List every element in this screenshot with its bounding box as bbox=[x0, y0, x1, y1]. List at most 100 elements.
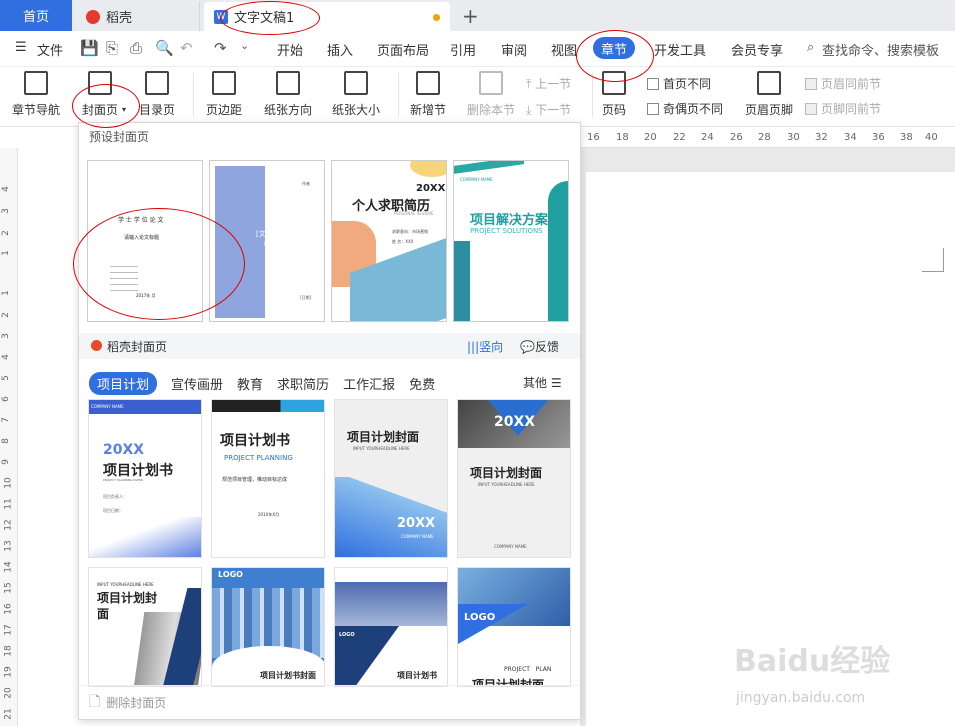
baidu-watermark: Baidu经验 bbox=[734, 644, 891, 679]
category-resume[interactable]: 求职简历 bbox=[277, 374, 329, 393]
template-7[interactable]: LOGO 项目计划书 bbox=[334, 567, 448, 687]
new-section-button[interactable]: 新增节 bbox=[410, 71, 446, 118]
category-work-report[interactable]: 工作汇报 bbox=[343, 374, 395, 393]
hamburger-icon[interactable]: ☰ bbox=[15, 40, 27, 55]
orientation-button[interactable]: 纸张方向 bbox=[264, 71, 312, 118]
template-3-title: 项目计划封面 bbox=[347, 430, 420, 444]
template-8[interactable]: LOGO PROJECT PLAN 项目计划封面 bbox=[457, 567, 571, 687]
search-command[interactable]: 查找命令、搜索模板 bbox=[822, 40, 939, 59]
template-4[interactable]: 20XX 项目计划封面 INPUT YOURHEADLINE HERE COMP… bbox=[457, 399, 571, 558]
tab-document[interactable]: W 文字文稿1 bbox=[204, 2, 450, 31]
export-icon[interactable]: ⎘ bbox=[106, 39, 118, 57]
ruler-label: 18 bbox=[3, 645, 14, 657]
margins-button[interactable]: 页边距 bbox=[206, 71, 242, 118]
margins-icon bbox=[212, 71, 236, 95]
template-1-line1: 项目负责人： bbox=[103, 494, 127, 499]
template-6[interactable]: LOGO 项目计划书封面 bbox=[211, 567, 325, 687]
ruler-label: 15 bbox=[3, 582, 14, 594]
cover-dropdown-icon[interactable]: ▾ bbox=[122, 105, 126, 114]
category-education[interactable]: 教育 bbox=[237, 374, 263, 393]
tab-home[interactable]: 首页 bbox=[0, 0, 72, 31]
prev-section-button[interactable]: ⤒ 上一节 bbox=[526, 75, 571, 92]
feedback-button[interactable]: 💬反馈 bbox=[520, 338, 559, 355]
preset-cover-thesis[interactable]: 学 士 学 位 论 文 请输入论文标题 2017年 月 bbox=[87, 160, 203, 322]
tab-daoke[interactable]: 稻壳 bbox=[74, 2, 200, 31]
page-number-button[interactable]: 页码 bbox=[602, 71, 626, 118]
footer-same-checkbox[interactable]: 页脚同前节 bbox=[805, 100, 881, 117]
daoke-logo-icon bbox=[86, 9, 100, 24]
menu-start[interactable]: 开始 bbox=[277, 40, 303, 59]
paper-size-button[interactable]: 纸张大小 bbox=[332, 71, 380, 118]
preset-blue-author: 作者 bbox=[302, 181, 310, 186]
menu-review[interactable]: 审阅 bbox=[501, 40, 527, 59]
delete-cover-button[interactable]: 🗋 删除封面页 bbox=[79, 685, 580, 719]
search-icon[interactable]: ⌕ bbox=[807, 40, 814, 55]
template-1[interactable]: COMPANY NAME 20XX 项目计划书 PROJECT PLANNING… bbox=[88, 399, 202, 558]
menu-file[interactable]: 文件 bbox=[37, 40, 63, 59]
template-2[interactable]: 项目计划书 PROJECT PLANNING 规范项目管理，推动目标达成 201… bbox=[211, 399, 325, 558]
ribbon: 章节导航 封面页 ▾ 目录页 页边距 纸张方向 纸张大小 新增节 删除本节 ⤒ … bbox=[0, 67, 955, 127]
print-icon[interactable]: ⎙ bbox=[130, 39, 142, 57]
vertical-ruler[interactable]: 4 3 2 1 1 2 3 4 5 6 7 8 9 10 11 12 13 14… bbox=[0, 148, 18, 726]
undo-icon[interactable]: ↶ bbox=[180, 39, 193, 57]
unsaved-dot-icon bbox=[433, 14, 440, 21]
header-same-checkbox[interactable]: 页眉同前节 bbox=[805, 75, 881, 92]
baidu-watermark-url: jingyan.baidu.com bbox=[736, 690, 866, 706]
checkbox-box bbox=[805, 102, 817, 115]
template-5[interactable]: INPUT YOURHEADLINE HERE 项目计划封面 bbox=[88, 567, 202, 687]
preset-solutions-company: COMPANY NAME bbox=[460, 177, 493, 182]
menu-insert[interactable]: 插入 bbox=[327, 40, 353, 59]
preset-cover-resume[interactable]: 20XX 个人求职简历 PERSONAL RESUME 求职意向：市场营销 姓 … bbox=[331, 160, 447, 322]
ribbon-divider bbox=[592, 73, 593, 117]
category-project-plan[interactable]: 项目计划 bbox=[89, 371, 158, 395]
menu-chapter[interactable]: 章节 bbox=[593, 37, 635, 59]
menu-member[interactable]: 会员专享 bbox=[731, 40, 783, 59]
template-1-title: 项目计划书 bbox=[103, 463, 173, 479]
save-icon[interactable]: 💾 bbox=[80, 39, 99, 57]
page-number-icon bbox=[602, 71, 626, 95]
chapter-nav-icon bbox=[24, 71, 48, 95]
chapter-nav-button[interactable]: 章节导航 bbox=[12, 71, 60, 118]
category-more[interactable]: 其他 ☰ bbox=[523, 374, 562, 391]
ruler-label: 9 bbox=[0, 459, 11, 465]
toc-page-icon bbox=[145, 71, 169, 95]
template-2-sub: PROJECT PLANNING bbox=[224, 454, 293, 462]
category-free[interactable]: 免费 bbox=[409, 374, 435, 393]
menu-developer[interactable]: 开发工具 bbox=[654, 40, 706, 59]
delete-section-button[interactable]: 删除本节 bbox=[467, 71, 515, 118]
header-footer-button[interactable]: 页眉页脚 bbox=[745, 71, 793, 118]
category-brochure[interactable]: 宣传画册 bbox=[171, 374, 223, 393]
cover-page-button[interactable]: 封面页 bbox=[82, 71, 118, 118]
vertical-toggle[interactable]: |||竖向 bbox=[467, 338, 503, 355]
template-4-company: COMPANY NAME bbox=[494, 544, 527, 549]
print-preview-icon[interactable]: 🔍 bbox=[155, 39, 174, 57]
preset-blue-date: [日期] bbox=[300, 295, 312, 300]
horizontal-ruler[interactable]: 16 18 20 22 24 26 28 30 32 34 36 38 40 bbox=[580, 128, 955, 148]
preset-resume-sub: PERSONAL RESUME bbox=[394, 211, 434, 216]
template-8-sub: PROJECT PLAN bbox=[504, 666, 552, 673]
ruler-label: 12 bbox=[3, 519, 14, 531]
cover-page-icon bbox=[88, 71, 112, 95]
next-section-button[interactable]: ⤓ 下一节 bbox=[526, 101, 571, 118]
preset-cover-solutions[interactable]: COMPANY NAME 项目解决方案 PROJECT SOLUTIONS bbox=[453, 160, 569, 322]
preset-thesis-date: 2017年 月 bbox=[136, 293, 156, 298]
tab-daoke-label: 稻壳 bbox=[106, 11, 133, 26]
odd-even-diff-checkbox[interactable]: 奇偶页不同 bbox=[647, 100, 723, 117]
toc-page-button[interactable]: 目录页 bbox=[139, 71, 175, 118]
new-tab-icon[interactable]: + bbox=[462, 4, 479, 28]
menu-view[interactable]: 视图 bbox=[551, 40, 577, 59]
paper-size-icon bbox=[344, 71, 368, 95]
preset-solutions-shape-top bbox=[454, 161, 524, 174]
template-3[interactable]: 项目计划封面 INPUT YOURHEADLINE HERE 20XX COMP… bbox=[334, 399, 448, 558]
preset-thesis-line2: 请输入论文标题 bbox=[124, 235, 160, 241]
first-page-diff-checkbox[interactable]: 首页不同 bbox=[647, 75, 711, 92]
cover-page-panel: 预设封面页 学 士 学 位 论 文 请输入论文标题 2017年 月 [文档标题]… bbox=[78, 122, 581, 720]
chevron-down-icon[interactable]: ⌄ bbox=[240, 39, 249, 52]
ruler-label: 16 bbox=[587, 132, 600, 143]
preset-resume-name: 姓 名：XXX bbox=[392, 239, 414, 244]
menu-layout[interactable]: 页面布局 bbox=[377, 40, 429, 59]
ruler-label: 30 bbox=[787, 132, 800, 143]
menu-references[interactable]: 引用 bbox=[450, 40, 476, 59]
redo-icon[interactable]: ↷ bbox=[214, 39, 227, 57]
preset-cover-blue[interactable]: [文档标题] [文档副标题] 作者 [日期] bbox=[209, 160, 325, 322]
